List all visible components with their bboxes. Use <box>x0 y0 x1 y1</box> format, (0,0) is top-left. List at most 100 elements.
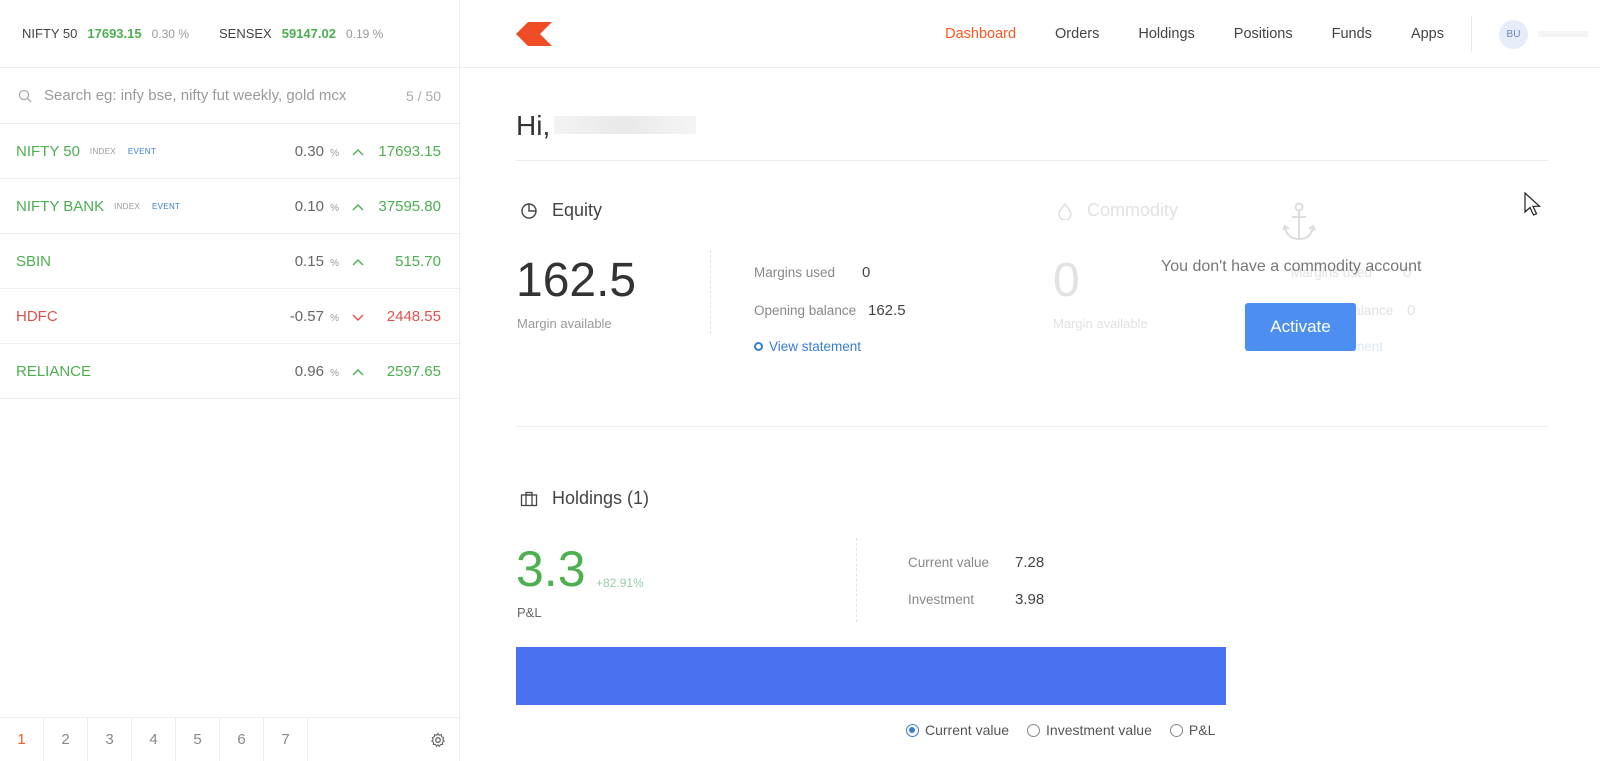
commodity-opening-balance-value: 0 <box>1407 302 1416 319</box>
opening-balance-label: Opening balance <box>754 303 857 318</box>
change-unit: % <box>330 312 339 324</box>
list-item[interactable]: NIFTY 50 INDEX EVENT 0.30 % 17693.15 <box>0 124 459 179</box>
divider <box>856 538 857 622</box>
commodity-section-title: Commodity <box>1057 200 1178 221</box>
investment-label: Investment <box>908 592 975 607</box>
change-percent: 0.15 % <box>295 253 339 270</box>
list-item[interactable]: RELIANCE 0.96 % 2597.65 <box>0 344 459 399</box>
last-price: 17693.15 <box>378 142 441 160</box>
nav-funds[interactable]: Funds <box>1332 26 1372 42</box>
holdings-bar[interactable] <box>516 647 1226 705</box>
change-percent: 0.10 % <box>295 198 339 215</box>
change-value: 0.30 <box>294 142 324 160</box>
avatar[interactable]: BU <box>1499 19 1528 49</box>
radio-circle <box>1027 723 1041 737</box>
last-price: 2597.65 <box>386 362 441 380</box>
page-tab-4[interactable]: 4 <box>132 718 176 761</box>
change-percent: 0.30 % <box>295 143 339 160</box>
chevron-up-icon <box>352 204 364 211</box>
nav-positions[interactable]: Positions <box>1234 26 1293 42</box>
chevron-up-icon <box>352 149 364 156</box>
equity-title: Equity <box>552 200 603 220</box>
equity-margin-label: Margin available <box>517 316 612 331</box>
pnl-percent: +82.91% <box>596 576 644 590</box>
watchlist-panel: NIFTY 50 17693.15 0.30 % SENSEX 59147.02… <box>0 0 460 761</box>
index-ticker: NIFTY 50 17693.15 0.30 % SENSEX 59147.02… <box>0 0 459 68</box>
droplet-icon <box>1058 202 1072 220</box>
user-id-redacted[interactable] <box>1538 31 1588 37</box>
list-item[interactable]: SBIN 0.15 % 515.70 <box>0 234 459 289</box>
pnl-value: 3.3 <box>516 541 586 597</box>
list-item[interactable]: NIFTY BANK INDEX EVENT 0.10 % 37595.80 <box>0 179 459 234</box>
event-tag: EVENT <box>152 201 181 211</box>
activate-button[interactable]: Activate <box>1245 303 1356 351</box>
change-unit: % <box>330 367 339 379</box>
current-value-label: Current value <box>908 555 990 570</box>
pie-chart-icon <box>521 202 537 219</box>
opening-balance-value: 162.5 <box>868 302 906 319</box>
radio-circle <box>906 723 919 737</box>
ticker-sensex[interactable]: SENSEX 59147.02 0.19 % <box>219 26 383 41</box>
gear-icon[interactable] <box>430 732 446 748</box>
search-input[interactable] <box>44 87 459 104</box>
page-tab-7[interactable]: 7 <box>264 718 308 761</box>
list-item[interactable]: HDFC -0.57 % 2448.55 <box>0 289 459 344</box>
nav-dashboard[interactable]: Dashboard <box>945 26 1016 42</box>
change-unit: % <box>330 257 339 269</box>
chevron-up-icon <box>352 369 364 376</box>
watchlist-count: 5 / 50 <box>405 88 441 104</box>
page-tab-2[interactable]: 2 <box>44 718 88 761</box>
commodity-margin-available: 0 <box>1053 254 1080 307</box>
equity-margin-available: 162.5 <box>516 254 637 307</box>
nav-divider <box>1471 16 1472 52</box>
divider <box>710 250 711 334</box>
anchor-icon <box>1282 202 1316 241</box>
watchlist: NIFTY 50 INDEX EVENT 0.30 % 17693.15 NIF… <box>0 124 459 399</box>
radio-label: Investment value <box>1046 722 1152 738</box>
no-commodity-message: You don't have a commodity account <box>1161 258 1422 275</box>
radio-pnl[interactable]: P&L <box>1169 722 1216 738</box>
ticker-nifty[interactable]: NIFTY 50 17693.15 0.30 % <box>22 26 189 41</box>
mouse-cursor-icon <box>1524 192 1542 216</box>
change-value: 0.96 <box>294 362 324 380</box>
change-unit: % <box>330 147 339 159</box>
page-tab-5[interactable]: 5 <box>176 718 220 761</box>
link-dot-icon <box>754 342 763 351</box>
radio-current-value[interactable]: Current value <box>906 722 1009 738</box>
holdings-toggle: Current value Investment value P&L <box>906 722 1233 738</box>
last-price: 2448.55 <box>386 307 441 325</box>
search-bar: 5 / 50 <box>0 68 459 124</box>
instrument-symbol: NIFTY BANK <box>16 197 105 215</box>
margins-used-value: 0 <box>862 264 871 281</box>
change-value: 0.10 <box>294 197 324 215</box>
radio-investment-value[interactable]: Investment value <box>1027 722 1152 738</box>
nav-holdings[interactable]: Holdings <box>1138 26 1194 42</box>
page-tab-6[interactable]: 6 <box>220 718 264 761</box>
last-price: 515.70 <box>395 252 441 270</box>
radio-label: P&L <box>1188 722 1216 738</box>
page-tab-3[interactable]: 3 <box>88 718 132 761</box>
holdings-title: Holdings (1) <box>552 488 650 508</box>
chevron-up-icon <box>352 259 364 266</box>
ticker-name: NIFTY 50 <box>22 26 78 41</box>
pnl-label: P&L <box>517 605 542 620</box>
change-unit: % <box>330 202 339 214</box>
kite-logo[interactable] <box>516 22 552 46</box>
margins-used-label: Margins used <box>754 265 836 280</box>
current-value: 7.28 <box>1015 554 1045 571</box>
commodity-margin-label: Margin available <box>1053 316 1148 331</box>
ticker-value: 17693.15 <box>87 26 142 41</box>
holdings-section-title: Holdings (1) <box>520 488 649 509</box>
commodity-title: Commodity <box>1087 200 1179 220</box>
nav-orders[interactable]: Orders <box>1055 26 1099 42</box>
page-tab-1[interactable]: 1 <box>0 718 44 761</box>
change-percent: -0.57 % <box>290 308 339 325</box>
instrument-symbol: NIFTY 50 <box>16 142 80 160</box>
nav-apps[interactable]: Apps <box>1411 26 1444 42</box>
view-statement-link[interactable]: View statement <box>754 339 861 354</box>
change-value: 0.15 <box>294 252 324 270</box>
ticker-change: 0.30 % <box>151 26 189 41</box>
ticker-name: SENSEX <box>218 26 272 41</box>
ticker-value: 59147.02 <box>281 26 336 41</box>
search-icon <box>18 89 32 102</box>
